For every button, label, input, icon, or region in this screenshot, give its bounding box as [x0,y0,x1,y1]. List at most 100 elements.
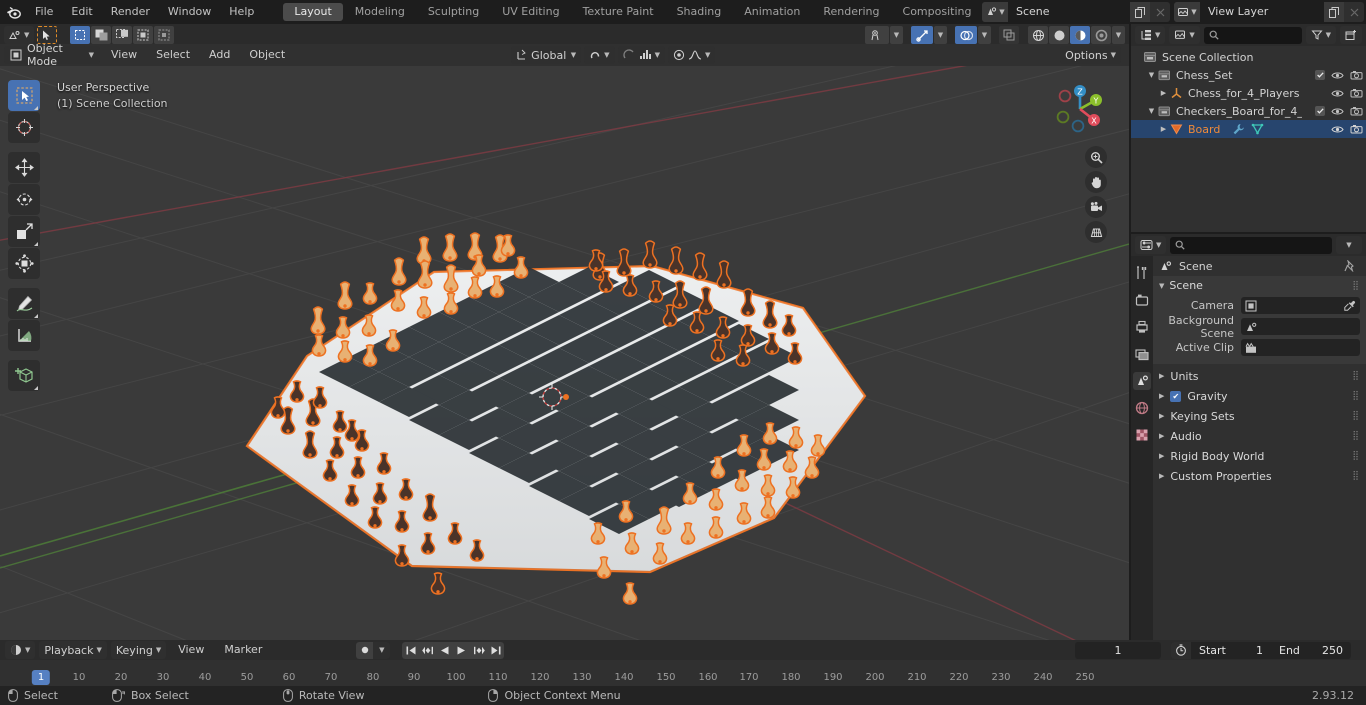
disclosure-triangle-icon[interactable]: ▶ [1157,125,1170,133]
blender-logo-icon[interactable] [0,0,26,24]
rendered-shading-icon[interactable] [1091,26,1111,44]
outliner-filter-id[interactable]: ▼ [1169,26,1200,44]
tab-rendering[interactable]: Rendering [812,3,890,21]
timeline-playhead[interactable]: 1 [31,670,51,685]
prev-keyframe-icon[interactable] [419,641,437,659]
wireframe-shading-icon[interactable] [1028,26,1048,44]
scale-tool[interactable] [8,216,40,247]
properties-search-input[interactable] [1170,236,1332,254]
render-tab[interactable] [1133,291,1151,309]
view-layer-selector[interactable]: ▼ View Layer [1174,2,1364,22]
outliner-search-input[interactable] [1203,26,1302,44]
select-intersect-icon[interactable] [154,26,175,44]
camera-render-icon[interactable] [1350,124,1363,134]
panel-audio[interactable]: ▶ Audio ⣿ [1153,426,1366,446]
texture-tab[interactable] [1133,426,1151,444]
visibility-dropdown[interactable]: ▼ [890,26,903,44]
new-scene-button[interactable] [1130,2,1150,22]
new-collection-button[interactable] [1340,26,1362,44]
scene-selector[interactable]: ▼ Scene [982,2,1170,22]
disclosure-triangle-icon[interactable]: ▼ [1145,71,1158,79]
overlays-dropdown[interactable]: ▼ [978,26,991,44]
cursor-tool[interactable] [8,112,40,143]
view-layer-name[interactable]: View Layer [1200,2,1324,22]
menu-edit[interactable]: Edit [62,0,101,24]
ortho-persp-icon[interactable] [1085,221,1107,243]
select-extend-icon[interactable] [91,26,112,44]
3d-viewport[interactable]: User Perspective (1) Scene Collection Z … [0,66,1129,640]
start-frame-field[interactable]: Start 1 [1191,642,1271,659]
unlink-scene-button[interactable] [1150,2,1170,22]
outliner-row-scene-collection[interactable]: Scene Collection [1131,48,1366,66]
next-keyframe-icon[interactable] [470,641,488,659]
menu-help[interactable]: Help [220,0,263,24]
panel-custom-properties[interactable]: ▶ Custom Properties ⣿ [1153,466,1366,486]
navigation-gizmo[interactable]: Z Y X [1049,78,1111,140]
shading-dropdown[interactable]: ▼ [1112,26,1125,44]
select-invert-icon[interactable] [133,26,154,44]
playback-menu[interactable]: Playback ▼ [39,641,107,659]
keying-menu[interactable]: Keying ▼ [110,641,167,659]
camera-render-icon[interactable] [1350,70,1363,80]
jump-end-icon[interactable] [487,641,505,659]
solid-shading-icon[interactable] [1049,26,1069,44]
tab-sculpting[interactable]: Sculpting [417,3,490,21]
rotate-tool[interactable] [8,184,40,215]
xray-icon[interactable] [999,26,1019,44]
world-tab[interactable] [1133,399,1151,417]
timeline-menu-marker[interactable]: Marker [216,641,270,659]
record-dropdown[interactable]: ▼ [373,641,391,659]
annotate-tool[interactable] [8,288,40,319]
panel-gravity[interactable]: ▶ ✔ Gravity ⣿ [1153,386,1366,406]
view-layer-tab[interactable] [1133,345,1151,363]
pan-hand-icon[interactable] [1085,171,1107,193]
move-tool[interactable] [8,152,40,183]
tab-uv-editing[interactable]: UV Editing [491,3,570,21]
outliner-display-mode[interactable]: ▼ [1135,26,1166,44]
current-frame-field[interactable]: 1 [1075,641,1161,659]
eye-icon[interactable] [1331,89,1344,98]
outliner-row-board[interactable]: ▶ Board [1131,120,1366,138]
scene-tab[interactable] [1133,372,1151,390]
outliner-row-chess-set[interactable]: ▼ Chess_Set [1131,66,1366,84]
menu-render[interactable]: Render [102,0,159,24]
background-scene-field[interactable] [1241,318,1360,335]
record-group[interactable]: ▼ [356,641,391,659]
record-dot-icon[interactable] [356,641,374,659]
outliner-row-checkers-board[interactable]: ▼ Checkers_Board_for_4_Player [1131,102,1366,120]
gravity-checkbox[interactable]: ✔ [1170,390,1182,402]
tab-texture-paint[interactable]: Texture Paint [572,3,665,21]
scene-panel-header[interactable]: ▼ Scene ⣿ [1153,276,1366,295]
timeline-editor-type[interactable]: ▼ [5,641,36,659]
eyedropper-icon[interactable] [1344,300,1356,312]
eye-icon[interactable] [1331,71,1344,80]
disclosure-triangle-icon[interactable]: ▼ [1145,107,1158,115]
pin-icon[interactable] [1344,260,1356,272]
options-button[interactable]: Options ▼ [1060,46,1121,64]
snap-toggle[interactable]: ▼ [584,46,615,64]
select-subtract-icon[interactable] [112,26,133,44]
eye-icon[interactable] [1331,107,1344,116]
outliner-row-chess-for-4-players[interactable]: ▶ Chess_for_4_Players [1131,84,1366,102]
falloff-group[interactable]: ▼ [667,46,716,64]
zoom-icon[interactable] [1085,146,1107,168]
properties-editor-type[interactable]: ▼ [1135,236,1167,254]
disclosure-triangle-icon[interactable]: ▶ [1157,89,1170,97]
object-visibility-icon[interactable] [865,26,889,44]
camera-field[interactable] [1241,297,1360,314]
collection-enable-checkbox[interactable] [1315,106,1325,116]
viewport-menu-view[interactable]: View [103,46,145,64]
gizmo-icon[interactable] [911,26,933,44]
properties-options-dropdown[interactable]: ▼ [1336,236,1362,254]
play-icon[interactable] [453,641,471,659]
menu-window[interactable]: Window [159,0,220,24]
panel-rigid-body-world[interactable]: ▶ Rigid Body World ⣿ [1153,446,1366,466]
end-frame-field[interactable]: End 250 [1271,642,1351,659]
eye-icon[interactable] [1331,125,1344,134]
mode-selector[interactable]: Object Mode ▼ [4,42,100,68]
viewport-menu-object[interactable]: Object [241,46,293,64]
measure-tool[interactable] [8,320,40,351]
remove-view-layer-button[interactable] [1344,2,1364,22]
proportional-edit-group[interactable]: ▼ [617,46,665,64]
tab-compositing[interactable]: Compositing [892,3,983,21]
